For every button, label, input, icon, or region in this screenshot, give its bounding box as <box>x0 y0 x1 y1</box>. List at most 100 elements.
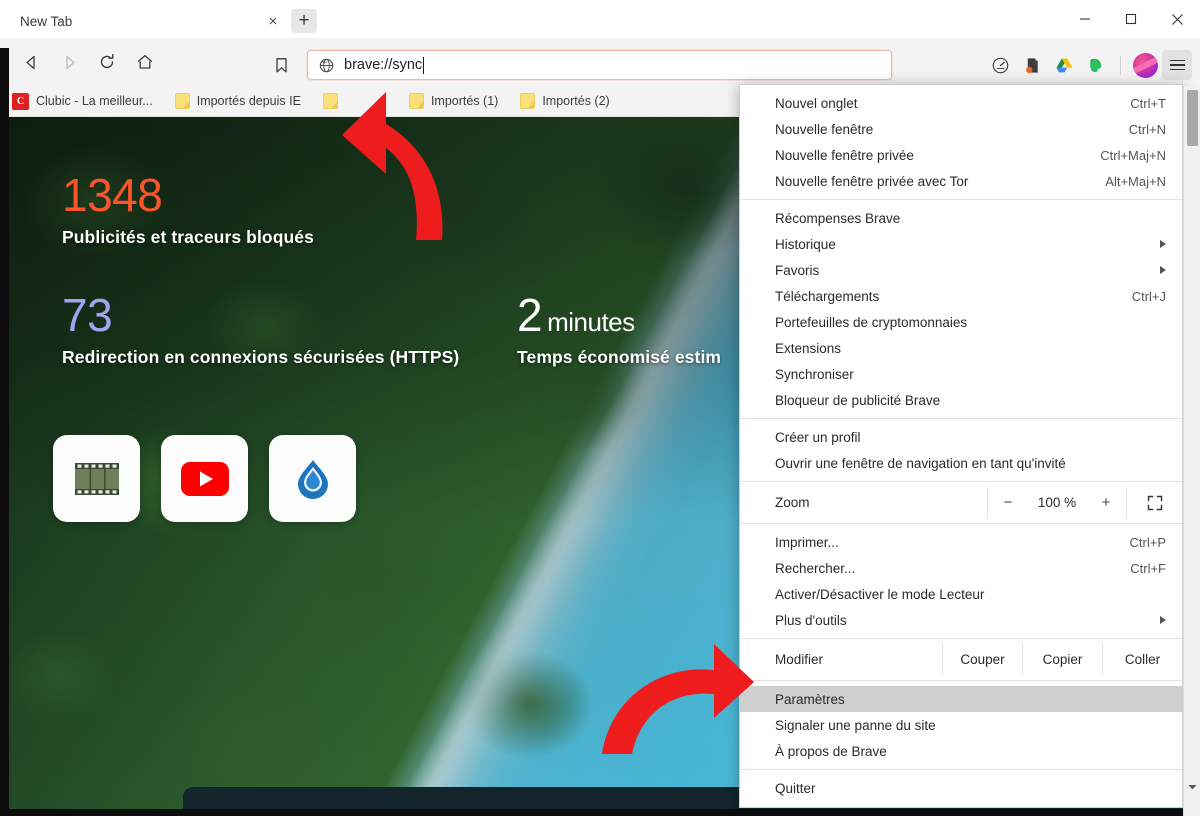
menu-separator <box>740 638 1182 639</box>
top-sites-tiles <box>53 435 356 522</box>
menu-item-label: Nouvelle fenêtre privée <box>775 148 1100 163</box>
fullscreen-button[interactable] <box>1126 487 1182 518</box>
menu-item-accel: Ctrl+P <box>1130 535 1166 550</box>
tab-close-icon[interactable]: × <box>263 11 283 31</box>
menu-item-parametres[interactable]: Paramètres <box>740 686 1182 712</box>
menu-item-label: Nouvelle fenêtre <box>775 122 1129 137</box>
stat-value: 2 <box>517 289 542 341</box>
menu-item-label: Créer un profil <box>775 430 1166 445</box>
stat-time-saved: 2minutes Temps économisé estim <box>517 292 721 368</box>
globe-icon <box>316 55 336 75</box>
new-tab-button[interactable]: + <box>291 9 317 33</box>
tab-title: New Tab <box>20 14 263 29</box>
cut-button[interactable]: Couper <box>942 644 1022 675</box>
menu-item-label: Paramètres <box>775 692 1166 707</box>
menu-item-fenetre-privee-tor[interactable]: Nouvelle fenêtre privée avec Tor Alt+Maj… <box>740 168 1182 194</box>
menu-item-label: Quitter <box>775 781 1166 796</box>
folder-icon <box>175 93 190 109</box>
google-drive-icon[interactable] <box>1049 50 1079 80</box>
menu-item-label: Récompenses Brave <box>775 211 1166 226</box>
home-icon[interactable] <box>126 43 164 81</box>
tile-drop[interactable] <box>269 435 356 522</box>
close-icon[interactable] <box>1154 0 1200 38</box>
toolbar-right-actions <box>985 46 1192 84</box>
stat-https-upgrades: 73 Redirection en connexions sécurisées … <box>62 292 517 368</box>
brave-shields-icon[interactable] <box>985 50 1015 80</box>
toolbar-separator <box>1120 56 1121 75</box>
back-icon[interactable] <box>12 43 50 81</box>
zoom-out-button[interactable]: − <box>988 487 1028 518</box>
menu-separator <box>740 523 1182 524</box>
menu-item-label: Plus d'outils <box>775 613 1152 628</box>
menu-item-fenetre-invite[interactable]: Ouvrir une fenêtre de navigation en tant… <box>740 450 1182 476</box>
menu-item-signaler-panne[interactable]: Signaler une panne du site <box>740 712 1182 738</box>
scrollbar-thumb[interactable] <box>1187 90 1198 146</box>
annotation-arrow-right <box>588 638 758 765</box>
menu-item-label: Portefeuilles de cryptomonnaies <box>775 315 1166 330</box>
tile-youtube[interactable] <box>161 435 248 522</box>
menu-item-imprimer[interactable]: Imprimer... Ctrl+P <box>740 529 1182 555</box>
menu-separator <box>740 769 1182 770</box>
browser-main-menu: Nouvel onglet Ctrl+T Nouvelle fenêtre Ct… <box>739 84 1183 808</box>
zoom-controls: − 100 % + <box>987 487 1126 518</box>
menu-item-historique[interactable]: Historique <box>740 231 1182 257</box>
reload-icon[interactable] <box>88 43 126 81</box>
tab-strip: New Tab × + <box>0 0 1200 38</box>
forward-icon <box>50 43 88 81</box>
page-scrollbar[interactable] <box>1183 86 1200 816</box>
menu-item-nouvelle-fenetre[interactable]: Nouvelle fenêtre Ctrl+N <box>740 116 1182 142</box>
window-left-edge <box>0 48 9 816</box>
water-drop-icon <box>294 458 332 500</box>
profile-avatar-image <box>1133 53 1158 78</box>
menu-item-mode-lecteur[interactable]: Activer/Désactiver le mode Lecteur <box>740 581 1182 607</box>
menu-item-label: Extensions <box>775 341 1166 356</box>
minimize-icon[interactable] <box>1062 0 1108 38</box>
menu-item-bloqueur-publicite[interactable]: Bloqueur de publicité Brave <box>740 387 1182 413</box>
scrollbar-down-arrow-icon[interactable] <box>1184 779 1200 796</box>
tab-new-tab[interactable]: New Tab × <box>10 4 293 38</box>
menu-item-creer-profil[interactable]: Créer un profil <box>740 424 1182 450</box>
menu-edit-row: Modifier Couper Copier Coller <box>740 644 1182 675</box>
evernote-icon[interactable] <box>1081 50 1111 80</box>
extension-icon[interactable] <box>1017 50 1047 80</box>
fullscreen-icon <box>1147 495 1163 511</box>
menu-item-synchroniser[interactable]: Synchroniser <box>740 361 1182 387</box>
menu-item-nouvel-onglet[interactable]: Nouvel onglet Ctrl+T <box>740 90 1182 116</box>
menu-separator <box>740 680 1182 681</box>
zoom-label: Zoom <box>740 495 987 510</box>
chevron-right-icon <box>1160 240 1166 248</box>
menu-item-rechercher[interactable]: Rechercher... Ctrl+F <box>740 555 1182 581</box>
menu-item-favoris[interactable]: Favoris <box>740 257 1182 283</box>
maximize-icon[interactable] <box>1108 0 1154 38</box>
menu-item-plus-doutils[interactable]: Plus d'outils <box>740 607 1182 633</box>
menu-separator <box>740 481 1182 482</box>
menu-separator <box>740 199 1182 200</box>
bookmark-folder-importes-2[interactable]: Importés (2) <box>520 93 609 109</box>
menu-item-label: Nouvelle fenêtre privée avec Tor <box>775 174 1105 189</box>
menu-item-a-propos-brave[interactable]: À propos de Brave <box>740 738 1182 764</box>
bookmark-label: Importés depuis IE <box>197 94 301 108</box>
menu-item-extensions[interactable]: Extensions <box>740 335 1182 361</box>
copy-button[interactable]: Copier <box>1022 644 1102 675</box>
chevron-right-icon <box>1160 266 1166 274</box>
menu-item-portefeuilles-crypto[interactable]: Portefeuilles de cryptomonnaies <box>740 309 1182 335</box>
main-menu-button[interactable] <box>1162 50 1192 80</box>
avatar[interactable] <box>1130 50 1160 80</box>
menu-item-label: Activer/Désactiver le mode Lecteur <box>775 587 1166 602</box>
zoom-in-button[interactable]: + <box>1086 487 1126 518</box>
bookmark-icon[interactable] <box>262 46 300 84</box>
menu-item-telechargements[interactable]: Téléchargements Ctrl+J <box>740 283 1182 309</box>
bookmark-item-clubic[interactable]: C Clubic - La meilleur... <box>12 93 153 110</box>
menu-item-quitter[interactable]: Quitter <box>740 775 1182 801</box>
menu-item-recompenses-brave[interactable]: Récompenses Brave <box>740 205 1182 231</box>
menu-item-label: Historique <box>775 237 1152 252</box>
paste-button[interactable]: Coller <box>1102 644 1182 675</box>
bookmark-label: Importés (2) <box>542 94 609 108</box>
bookmark-folder-importes-ie[interactable]: Importés depuis IE <box>175 93 301 109</box>
menu-item-fenetre-privee[interactable]: Nouvelle fenêtre privée Ctrl+Maj+N <box>740 142 1182 168</box>
stat-row-secondary: 73 Redirection en connexions sécurisées … <box>62 292 752 368</box>
stat-unit: minutes <box>547 307 635 337</box>
menu-item-label: Rechercher... <box>775 561 1130 576</box>
window-bottom-edge <box>0 809 1200 816</box>
tile-film[interactable] <box>53 435 140 522</box>
